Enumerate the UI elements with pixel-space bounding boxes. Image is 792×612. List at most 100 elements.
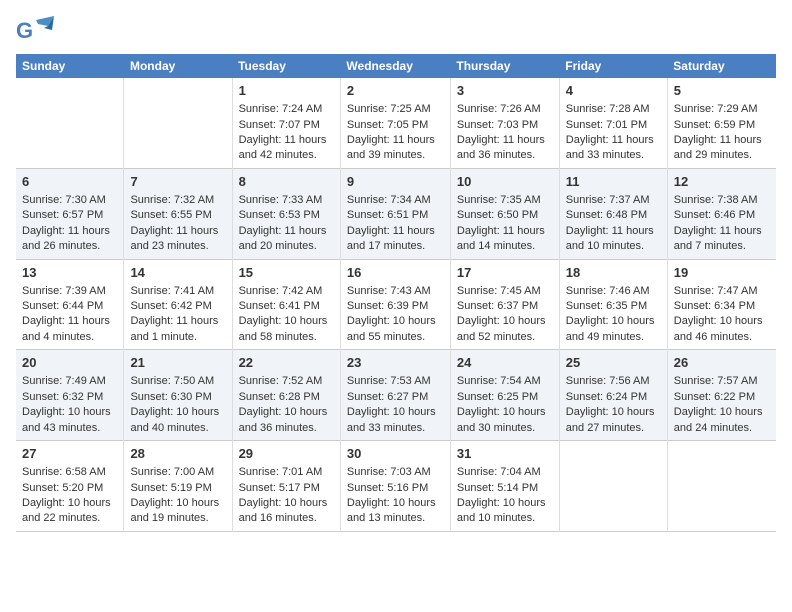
day-number: 25 [566,354,661,372]
sunset-text: Sunset: 6:39 PM [347,299,444,314]
daylight-text: Daylight: 11 hours and 42 minutes. [239,133,334,164]
sunrise-text: Sunrise: 7:00 AM [130,465,225,480]
daylight-text: Daylight: 10 hours and 43 minutes. [22,405,117,436]
day-number: 21 [130,354,225,372]
day-number: 20 [22,354,117,372]
calendar-cell: 11Sunrise: 7:37 AMSunset: 6:48 PMDayligh… [559,168,667,259]
sunset-text: Sunset: 6:34 PM [674,299,770,314]
sunrise-text: Sunrise: 7:01 AM [239,465,334,480]
daylight-text: Daylight: 10 hours and 27 minutes. [566,405,661,436]
daylight-text: Daylight: 10 hours and 46 minutes. [674,314,770,345]
logo: G [16,16,58,46]
calendar-cell: 24Sunrise: 7:54 AMSunset: 6:25 PMDayligh… [450,350,559,441]
sunset-text: Sunset: 6:48 PM [566,208,661,223]
sunset-text: Sunset: 5:19 PM [130,481,225,496]
day-number: 3 [457,82,553,100]
calendar-cell: 22Sunrise: 7:52 AMSunset: 6:28 PMDayligh… [232,350,340,441]
day-number: 5 [674,82,770,100]
day-number: 12 [674,173,770,191]
calendar-cell: 18 Sunrise: 7:46 AMSunset: 6:35 PMDayligh… [559,259,667,350]
sunset-text: Sunset: 6:30 PM [130,390,225,405]
day-number: 9 [347,173,444,191]
sunset-text: Sunset: 6:25 PM [457,390,553,405]
sunset-text: Sunset: 6:24 PM [566,390,661,405]
sunrise-text: Sunrise: 7:03 AM [347,465,444,480]
calendar-cell: 16Sunrise: 7:43 AMSunset: 6:39 PMDayligh… [340,259,450,350]
sunrise-text: Sunrise: 7:35 AM [457,193,553,208]
calendar-cell: 28 Sunrise: 7:00 AMSunset: 5:19 PMDayligh… [124,441,232,532]
day-number: 18 [566,264,661,282]
sunset-text: Sunset: 6:57 PM [22,208,117,223]
calendar-cell [559,441,667,532]
calendar-cell: 20Sunrise: 7:49 AMSunset: 6:32 PMDayligh… [16,350,124,441]
day-number: 2 [347,82,444,100]
header-thursday: Thursday [450,54,559,78]
calendar-cell: 27Sunrise: 6:58 AMSunset: 5:20 PMDayligh… [16,441,124,532]
sunset-text: Sunset: 6:41 PM [239,299,334,314]
sunrise-text: Sunrise: 7:39 AM [22,284,117,299]
calendar-cell: 14Sunrise: 7:41 AMSunset: 6:42 PMDayligh… [124,259,232,350]
daylight-text: Daylight: 10 hours and 52 minutes. [457,314,553,345]
sunrise-text: Sunrise: 7:34 AM [347,193,444,208]
daylight-text: Daylight: 10 hours and 49 minutes. [566,314,661,345]
day-number: 19 [674,264,770,282]
sunrise-text: Sunrise: 7:47 AM [674,284,770,299]
calendar-cell: 6Sunrise: 7:30 AMSunset: 6:57 PMDaylight… [16,168,124,259]
calendar-cell: 10Sunrise: 7:35 AMSunset: 6:50 PMDayligh… [450,168,559,259]
header-wednesday: Wednesday [340,54,450,78]
page-header: G [16,16,776,46]
calendar-cell: 25Sunrise: 7:56 AMSunset: 6:24 PMDayligh… [559,350,667,441]
daylight-text: Daylight: 11 hours and 4 minutes. [22,314,117,345]
calendar-week-row: 27Sunrise: 6:58 AMSunset: 5:20 PMDayligh… [16,441,776,532]
sunrise-text: Sunrise: 7:04 AM [457,465,553,480]
sunrise-text: Sunrise: 7:30 AM [22,193,117,208]
sunset-text: Sunset: 6:37 PM [457,299,553,314]
sunrise-text: Sunrise: 7:52 AM [239,374,334,389]
sunrise-text: Sunrise: 7:24 AM [239,102,334,117]
sunrise-text: Sunrise: 7:25 AM [347,102,444,117]
calendar-cell [667,441,776,532]
calendar-cell: 7Sunrise: 7:32 AMSunset: 6:55 PMDaylight… [124,168,232,259]
day-number: 4 [566,82,661,100]
daylight-text: Daylight: 11 hours and 10 minutes. [566,224,661,255]
sunrise-text: Sunrise: 7:46 AM [566,284,661,299]
day-number: 14 [130,264,225,282]
calendar-cell: 31Sunrise: 7:04 AMSunset: 5:14 PMDayligh… [450,441,559,532]
daylight-text: Daylight: 11 hours and 20 minutes. [239,224,334,255]
sunrise-text: Sunrise: 7:32 AM [130,193,225,208]
calendar-week-row: 1Sunrise: 7:24 AMSunset: 7:07 PMDaylight… [16,78,776,168]
sunrise-text: Sunrise: 7:54 AM [457,374,553,389]
calendar-header-row: SundayMondayTuesdayWednesdayThursdayFrid… [16,54,776,78]
header-saturday: Saturday [667,54,776,78]
sunset-text: Sunset: 6:27 PM [347,390,444,405]
day-number: 28 [130,445,225,463]
sunset-text: Sunset: 5:17 PM [239,481,334,496]
header-tuesday: Tuesday [232,54,340,78]
calendar-cell: 3Sunrise: 7:26 AMSunset: 7:03 PMDaylight… [450,78,559,168]
calendar-cell: 5Sunrise: 7:29 AMSunset: 6:59 PMDaylight… [667,78,776,168]
logo-bird-icon: G [16,16,54,46]
day-number: 1 [239,82,334,100]
day-number: 6 [22,173,117,191]
daylight-text: Daylight: 11 hours and 39 minutes. [347,133,444,164]
day-number: 29 [239,445,334,463]
sunset-text: Sunset: 6:59 PM [674,118,770,133]
sunrise-text: Sunrise: 7:42 AM [239,284,334,299]
header-monday: Monday [124,54,232,78]
calendar-cell: 23Sunrise: 7:53 AMSunset: 6:27 PMDayligh… [340,350,450,441]
sunset-text: Sunset: 5:14 PM [457,481,553,496]
header-sunday: Sunday [16,54,124,78]
calendar-week-row: 6 Sunrise: 7:30 AMSunset: 6:57 PM Daylight… [16,168,776,259]
daylight-text: Daylight: 10 hours and 16 minutes. [239,496,334,527]
calendar-cell: 15Sunrise: 7:42 AMSunset: 6:41 PMDayligh… [232,259,340,350]
day-number: 30 [347,445,444,463]
sunset-text: Sunset: 6:22 PM [674,390,770,405]
daylight-text: Daylight: 10 hours and 40 minutes. [130,405,225,436]
sunset-text: Sunset: 6:35 PM [566,299,661,314]
sunrise-text: Sunrise: 7:53 AM [347,374,444,389]
svg-text:G: G [16,18,33,43]
daylight-text: Daylight: 10 hours and 19 minutes. [130,496,225,527]
daylight-text: Daylight: 11 hours and 36 minutes. [457,133,553,164]
calendar-cell: 30Sunrise: 7:03 AMSunset: 5:16 PMDayligh… [340,441,450,532]
day-number: 23 [347,354,444,372]
